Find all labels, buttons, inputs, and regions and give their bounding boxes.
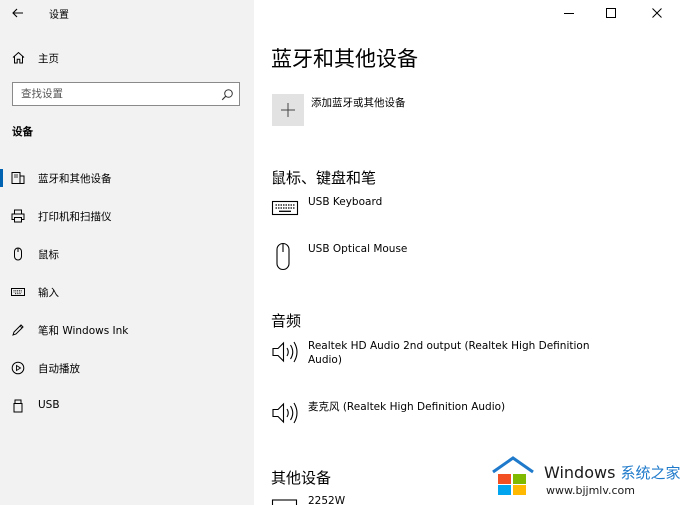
nav-item-printers[interactable]: 打印机和扫描仪 bbox=[0, 198, 254, 236]
keyboard-icon bbox=[11, 288, 25, 296]
nav-item-label: 打印机和扫描仪 bbox=[38, 211, 112, 223]
device-name: Realtek HD Audio 2nd output (Realtek Hig… bbox=[308, 340, 590, 366]
close-button[interactable] bbox=[644, 3, 670, 23]
group-title-audio: 音频 bbox=[271, 312, 302, 330]
pen-icon bbox=[12, 324, 24, 336]
nav-item-mouse[interactable]: 鼠标 bbox=[0, 236, 254, 274]
search-input[interactable] bbox=[13, 83, 213, 105]
nav-item-label: 输入 bbox=[38, 287, 59, 299]
home-label: 主页 bbox=[38, 53, 59, 65]
printer-icon bbox=[11, 209, 25, 223]
watermark-url: www.bjjmlv.com bbox=[546, 484, 635, 497]
content-pane: 蓝牙和其他设备 添加蓝牙或其他设备 鼠标、键盘和笔 USB Keyboard U… bbox=[254, 0, 680, 505]
nav-item-label: 自动播放 bbox=[38, 363, 80, 375]
selection-indicator bbox=[0, 169, 3, 187]
title-bar-left: 设置 bbox=[0, 0, 254, 26]
watermark: Windows 系统之家 www.bjjmlv.com bbox=[490, 454, 680, 500]
keyboard-icon bbox=[271, 200, 299, 216]
nav-item-pen[interactable]: 笔和 Windows Ink bbox=[0, 312, 254, 350]
page-title: 蓝牙和其他设备 bbox=[271, 47, 418, 71]
back-arrow-icon bbox=[12, 8, 23, 18]
maximize-button[interactable] bbox=[598, 3, 624, 23]
add-device-button[interactable] bbox=[272, 94, 304, 126]
nav-item-autoplay[interactable]: 自动播放 bbox=[0, 350, 254, 388]
device-item-speaker[interactable]: Realtek HD Audio 2nd output (Realtek Hig… bbox=[271, 339, 611, 369]
home-icon bbox=[12, 51, 25, 64]
nav-item-label: USB bbox=[38, 399, 60, 411]
device-name: USB Keyboard bbox=[308, 196, 383, 208]
speaker-icon bbox=[272, 402, 298, 424]
device-item-keyboard[interactable]: USB Keyboard bbox=[271, 195, 611, 225]
nav-item-typing[interactable]: 输入 bbox=[0, 274, 254, 312]
group-title-other: 其他设备 bbox=[271, 469, 332, 487]
back-button[interactable] bbox=[8, 4, 30, 22]
group-title-input: 鼠标、键盘和笔 bbox=[271, 169, 377, 187]
navigation-pane: 设置 主页 设备 蓝牙和其他设备 bbox=[0, 0, 254, 505]
windows-logo-icon bbox=[492, 456, 534, 495]
minimize-icon bbox=[564, 13, 574, 14]
monitor-icon bbox=[271, 499, 298, 505]
nav-item-usb[interactable]: USB bbox=[0, 388, 254, 426]
mouse-icon bbox=[14, 247, 22, 261]
close-icon bbox=[652, 8, 662, 18]
home-link[interactable]: 主页 bbox=[0, 46, 254, 70]
app-title: 设置 bbox=[49, 10, 69, 21]
device-item-microphone[interactable]: 麦克风 (Realtek High Definition Audio) bbox=[271, 400, 611, 430]
nav-item-label: 笔和 Windows Ink bbox=[38, 325, 129, 337]
nav-list: 蓝牙和其他设备 打印机和扫描仪 鼠标 输入 笔和 Windows Ink 自动播… bbox=[0, 160, 254, 426]
speaker-icon bbox=[272, 341, 298, 363]
watermark-brand: Windows bbox=[544, 463, 616, 482]
search-icon[interactable] bbox=[221, 88, 234, 101]
nav-item-label: 蓝牙和其他设备 bbox=[38, 173, 112, 185]
device-name: 麦克风 (Realtek High Definition Audio) bbox=[308, 401, 506, 413]
usb-icon bbox=[13, 399, 23, 413]
add-device-label[interactable]: 添加蓝牙或其他设备 bbox=[311, 95, 406, 110]
watermark-title: Windows 系统之家 bbox=[544, 462, 680, 483]
section-heading: 设备 bbox=[12, 126, 33, 138]
mouse-icon bbox=[276, 242, 290, 271]
search-box[interactable] bbox=[12, 82, 240, 106]
device-name: USB Optical Mouse bbox=[308, 243, 408, 255]
watermark-site-name: 系统之家 bbox=[620, 464, 680, 482]
window-controls bbox=[550, 0, 680, 26]
minimize-button[interactable] bbox=[556, 3, 582, 23]
nav-item-bluetooth[interactable]: 蓝牙和其他设备 bbox=[0, 160, 254, 198]
bluetooth-devices-icon bbox=[11, 172, 25, 184]
plus-icon bbox=[281, 103, 295, 117]
device-item-mouse[interactable]: USB Optical Mouse bbox=[271, 242, 611, 272]
nav-item-label: 鼠标 bbox=[38, 249, 59, 261]
autoplay-icon bbox=[11, 361, 25, 375]
maximize-icon bbox=[606, 8, 616, 18]
